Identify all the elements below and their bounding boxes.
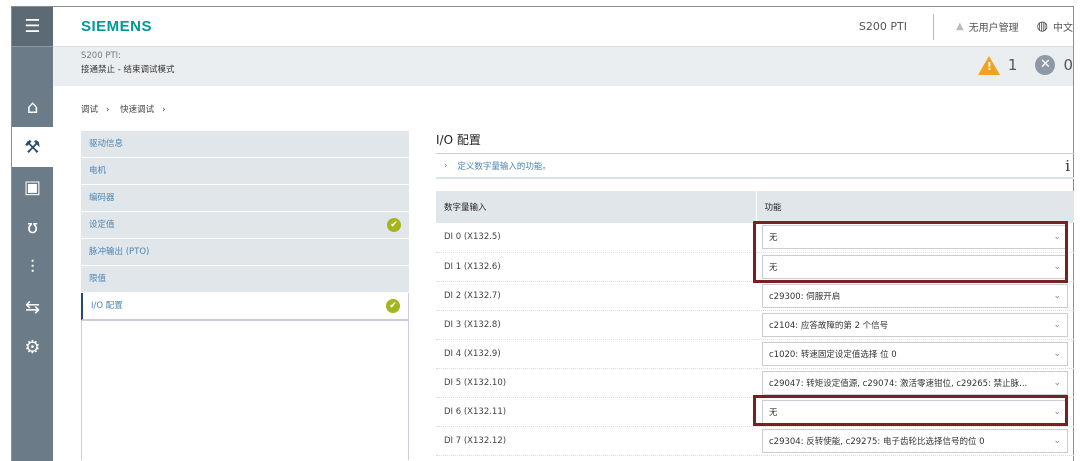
column-header-input: 数字量输入 (436, 191, 756, 223)
chevron-down-icon: ⌄ (1053, 232, 1061, 243)
wizard-steps: 驱动信息电机编码器设定值 ✔ 脉冲输出 (PTO) 限值 I/O 配置 ✔ (81, 131, 409, 320)
chevron-down-icon: ⌄ (1053, 406, 1061, 417)
info-icon[interactable]: i (1065, 157, 1074, 175)
table-row: DI 6 (X132.11) 无 ⌄ (436, 397, 1074, 427)
menu-icon[interactable]: ☰ (12, 7, 53, 47)
app-window: ☰ ⌂ ⚒ ▣ ʊ ⫶ ⇆ ⚙ SIEMENS S200 PTI ▲ 无用户管理 … (11, 6, 1074, 461)
breadcrumb-item[interactable]: 快速调试 (120, 105, 154, 115)
function-select[interactable]: 无 ⌄ (762, 225, 1068, 250)
wizard-step[interactable]: 脉冲输出 (PTO) (81, 239, 409, 266)
wizard-step-label: 设定值 (89, 220, 115, 230)
input-name: DI 1 (X132.6) (436, 252, 756, 282)
function-select[interactable]: c29300: 伺服开启 ⌄ (762, 283, 1068, 308)
breadcrumb: 调试 › 快速调试 › (81, 105, 166, 115)
siemens-logo: SIEMENS (81, 18, 153, 35)
chevron-down-icon: ⌄ (1053, 377, 1061, 388)
user-label: 无用户管理 (968, 23, 1019, 34)
function-value: c2104: 应答故障的第 2 个信号 (769, 320, 889, 331)
device-name: S200 PTI (859, 13, 934, 40)
wizard-step[interactable]: 驱动信息 (81, 131, 409, 158)
wizard-step[interactable]: 限值 (81, 266, 409, 293)
side-rail: ☰ ⌂ ⚒ ▣ ʊ ⫶ ⇆ ⚙ (12, 7, 53, 461)
function-value: c29300: 伺服开启 (769, 291, 841, 302)
backup-transfer-icon[interactable]: ⇆ (12, 287, 53, 327)
function-value: 无 (769, 407, 778, 418)
commissioning-tools-icon[interactable]: ⚒ (12, 127, 53, 167)
function-select[interactable]: c29304: 反转使能, c29275: 电子齿轮比选择信号的位 0 ⌄ (762, 428, 1068, 453)
table-row: DI 7 (X132.12) c29304: 反转使能, c29275: 电子齿轮… (436, 426, 1074, 456)
globe-icon: ◍ (1036, 19, 1048, 34)
header: SIEMENS S200 PTI ▲ 无用户管理 ◍ 中文 (53, 7, 1073, 47)
input-name: DI 6 (X132.11) (436, 397, 756, 427)
info-text: 定义数字量输入的功能。 (457, 161, 551, 172)
diagnostics-stethoscope-icon[interactable]: ʊ (12, 207, 53, 247)
check-icon: ✔ (386, 299, 400, 313)
user-menu[interactable]: ▲ 无用户管理 (956, 19, 1019, 34)
function-value: c1020: 转速固定设定值选择 位 0 (769, 349, 897, 360)
wizard-step[interactable]: 设定值 ✔ (81, 212, 409, 239)
warning-icon[interactable]: ! (977, 55, 1000, 75)
function-select[interactable]: c2104: 应答故障的第 2 个信号 ⌄ (762, 312, 1068, 337)
warning-count[interactable]: 1 (1008, 56, 1018, 74)
function-value: 无 (769, 262, 778, 273)
user-icon: ▲ (955, 21, 964, 32)
table-row: DI 4 (X132.9) c1020: 转速固定设定值选择 位 0 ⌄ (436, 339, 1074, 369)
home-icon[interactable]: ⌂ (12, 87, 53, 127)
chevron-down-icon: ⌄ (1053, 290, 1061, 301)
error-icon[interactable]: ✕ (1035, 55, 1056, 75)
wizard-step[interactable]: 编码器 (81, 185, 409, 212)
wizard-step-label: 编码器 (89, 193, 115, 203)
wizard-step-label: 电机 (89, 166, 107, 176)
function-value: 无 (769, 233, 778, 244)
table-row: DI 2 (X132.7) c29300: 伺服开启 ⌄ (436, 281, 1074, 311)
table-row: DI 5 (X132.10) c29047: 转矩设定值源, c29074: 激活… (436, 368, 1074, 398)
function-select[interactable]: c1020: 转速固定设定值选择 位 0 ⌄ (762, 341, 1068, 366)
wizard-step-label: 驱动信息 (89, 139, 124, 149)
di-table: 数字量输入 功能 DI 0 (X132.5) 无 ⌄ DI 1 (X132.6) 无 ⌄ DI… (436, 191, 1074, 456)
language-label: 中文 (1053, 23, 1073, 34)
chevron-down-icon: ⌄ (1053, 435, 1061, 446)
column-header-function: 功能 (755, 191, 1074, 223)
chevron-down-icon: ⌄ (1053, 319, 1061, 330)
status-mode: 接通禁止 - 结束调试模式 (81, 65, 175, 75)
status-device: S200 PTI: (81, 51, 122, 61)
input-name: DI 2 (X132.7) (436, 281, 756, 311)
breadcrumb-item[interactable]: 调试 (81, 105, 98, 115)
table-row: DI 1 (X132.6) 无 ⌄ (436, 252, 1074, 282)
chevron-right-icon: › (444, 160, 448, 171)
input-name: DI 3 (X132.8) (436, 310, 756, 340)
table-row: DI 0 (X132.5) 无 ⌄ (436, 223, 1074, 253)
wizard-step[interactable]: I/O 配置 ✔ (81, 293, 409, 320)
input-name: DI 5 (X132.10) (436, 368, 756, 398)
info-bar[interactable]: › 定义数字量输入的功能。 i (436, 153, 1074, 179)
monitor-icon[interactable]: ▣ (12, 167, 53, 207)
function-select[interactable]: 无 ⌄ (762, 399, 1068, 424)
function-select[interactable]: 无 ⌄ (762, 254, 1068, 279)
page-title: I/O 配置 (436, 133, 481, 147)
wizard-step-label: 脉冲输出 (PTO) (89, 247, 150, 257)
error-count[interactable]: 0 (1063, 56, 1073, 74)
settings-wrench-icon[interactable]: ⚙ (12, 327, 53, 367)
wizard-step-label: 限值 (89, 274, 107, 284)
wizard-step[interactable]: 电机 (81, 158, 409, 185)
input-name: DI 0 (X132.5) (436, 223, 756, 253)
input-name: DI 7 (X132.12) (436, 426, 756, 456)
status-bar: S200 PTI: 接通禁止 - 结束调试模式 ! 1 ✕ 0 (53, 47, 1073, 86)
nav-empty-panel (81, 320, 409, 460)
function-select[interactable]: c29047: 转矩设定值源, c29074: 激活零速钳位, c29265: … (762, 370, 1068, 395)
function-value: c29047: 转矩设定值源, c29074: 激活零速钳位, c29265: … (769, 378, 1028, 389)
function-value: c29304: 反转使能, c29275: 电子齿轮比选择信号的位 0 (769, 436, 985, 447)
wizard-step-label: I/O 配置 (91, 301, 123, 311)
check-icon: ✔ (387, 218, 401, 232)
input-name: DI 4 (X132.9) (436, 339, 756, 369)
io-config-panel: I/O 配置 › 定义数字量输入的功能。 i 数字量输入 功能 DI 0 (X132.… (436, 131, 1074, 456)
language-menu[interactable]: ◍ 中文 (1037, 19, 1073, 34)
table-row: DI 3 (X132.8) c2104: 应答故障的第 2 个信号 ⌄ (436, 310, 1074, 340)
chevron-down-icon: ⌄ (1053, 348, 1061, 359)
chevron-down-icon: ⌄ (1053, 261, 1061, 272)
parameters-sliders-icon[interactable]: ⫶ (12, 247, 53, 287)
